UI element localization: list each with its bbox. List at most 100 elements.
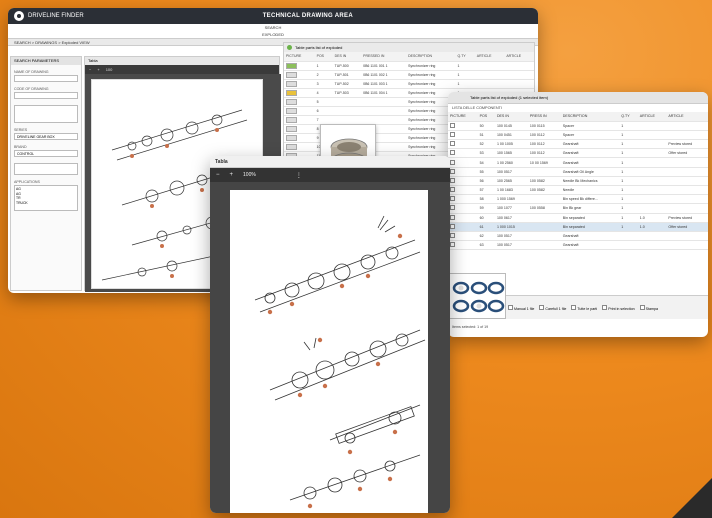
checkbox-icon[interactable]	[602, 304, 608, 310]
table-row[interactable]: 59 100 1077 100 0558 Bin Bk gear 1	[448, 203, 708, 214]
notes-area[interactable]	[14, 105, 78, 123]
part-thumbnail[interactable]	[286, 62, 297, 69]
column-header[interactable]: PICTURE	[448, 112, 478, 122]
menu-icon[interactable]: ⋮	[296, 172, 302, 179]
checkbox-icon[interactable]	[450, 159, 455, 165]
table-row[interactable]: 50 100 0145 100 0115 Spacer 1	[448, 121, 708, 131]
bearings-preview[interactable]	[448, 273, 506, 319]
column-header[interactable]: Q.TY	[455, 52, 475, 62]
row-checkbox-cell[interactable]	[448, 121, 478, 131]
row-checkbox-cell[interactable]	[448, 148, 478, 159]
column-header[interactable]: ARTICLE	[474, 52, 505, 62]
checkbox-icon[interactable]	[450, 168, 455, 174]
table-row[interactable]: 58 1 000 1569 Bin speed Bk differe... 1	[448, 194, 708, 205]
column-header[interactable]: DESCRIPTION	[560, 112, 620, 122]
row-checkbox-cell[interactable]	[448, 157, 478, 168]
table-row[interactable]: 2 TUP-501 0B6 1101 002 1 Synchronizer ring 1	[284, 70, 534, 80]
column-header[interactable]: DESCRIPTION	[406, 52, 456, 62]
table-row[interactable]: 55 100 0517 Gearshaft Oil Angle 1	[448, 167, 708, 177]
checkbox-icon[interactable]	[571, 304, 577, 310]
part-thumbnail[interactable]	[286, 107, 297, 114]
part-thumbnail[interactable]	[286, 125, 297, 132]
footer-option[interactable]: Carefull 1 file	[539, 304, 566, 311]
table-cell	[637, 139, 667, 150]
column-header[interactable]: ARTICLE	[666, 112, 708, 122]
checkbox-icon[interactable]	[450, 177, 455, 183]
applications-list[interactable]: AG AG TR TRUCK	[14, 185, 78, 211]
zoom-out-button[interactable]: −	[216, 172, 220, 178]
table-row[interactable]: 1 TUP-500 0B6 1101 001 1 Synchronizer ring 1	[284, 61, 534, 71]
part-thumbnail[interactable]	[286, 134, 297, 141]
row-checkbox-cell[interactable]	[448, 240, 478, 251]
footer-option[interactable]: Manual 1 file	[508, 304, 534, 311]
footer-option[interactable]: Stampa	[639, 304, 658, 311]
table-row[interactable]: 54 1 00 2560 10 00 1569 Gearshaft 1	[448, 157, 708, 168]
drawing-code-input[interactable]	[14, 92, 78, 99]
column-header[interactable]: Q.TY	[619, 112, 638, 122]
table-row[interactable]: 57 1 00 1683 100 0582 Needle 1	[448, 185, 708, 196]
checkbox-icon[interactable]	[450, 242, 455, 248]
row-checkbox-cell[interactable]	[448, 222, 478, 232]
column-header[interactable]: DES IN	[332, 52, 362, 62]
extra-filter-area[interactable]	[14, 163, 78, 175]
table-row[interactable]: 53 100 1565 100 0112 Gearshaft 1 Offer stored	[448, 148, 708, 159]
row-checkbox-cell[interactable]	[448, 185, 478, 196]
checkbox-icon[interactable]	[450, 214, 455, 220]
zoom-in-button[interactable]: +	[230, 172, 234, 178]
column-header[interactable]: PICTURE	[284, 52, 315, 62]
components-subheader: LISTA DELLE COMPONENTI	[452, 106, 502, 110]
series-select[interactable]: DRIVELINE GEAR BOX	[14, 133, 78, 140]
footer-option[interactable]: Tutte le parti	[571, 304, 597, 311]
part-thumbnail[interactable]	[286, 89, 297, 96]
part-thumbnail[interactable]	[286, 98, 297, 105]
checkbox-icon[interactable]	[450, 233, 455, 239]
checkbox-icon[interactable]	[450, 141, 455, 147]
brand-select[interactable]: CONTROL	[14, 150, 78, 157]
checkbox-icon[interactable]	[639, 304, 645, 310]
part-thumbnail[interactable]	[286, 80, 297, 87]
zoom-out-button[interactable]: −	[89, 67, 91, 72]
checkbox-icon[interactable]	[539, 304, 545, 310]
checkbox-icon[interactable]	[450, 122, 455, 128]
table-row[interactable]: 52 1 00 1005 100 0112 Gearshaft 1 Preview sto…	[448, 139, 708, 150]
drawing-tab[interactable]: Tabla	[88, 57, 98, 65]
checkbox-icon[interactable]	[450, 150, 455, 156]
row-checkbox-cell[interactable]	[448, 231, 478, 242]
table-row[interactable]: 56 100 2565 100 0582 Needle Bk Mechanics 1	[448, 176, 708, 187]
exploded-drawing-page[interactable]	[230, 190, 428, 513]
column-header[interactable]: DES IN	[494, 112, 528, 122]
checkbox-icon[interactable]	[508, 304, 513, 310]
table-row[interactable]: 3 TUP-502 0B6 1101 003 1 Synchronizer ring 1	[284, 79, 534, 89]
row-checkbox-cell[interactable]	[448, 213, 478, 223]
column-header[interactable]: ARTICLE	[637, 112, 667, 122]
table-row[interactable]: 62 100 0517 Gearshaft	[448, 231, 708, 242]
drawing-name-input[interactable]	[14, 75, 78, 82]
table-row[interactable]: 51 100 0451 100 0112 Spacer 1	[448, 130, 708, 141]
row-checkbox-cell[interactable]	[448, 130, 478, 141]
column-header[interactable]: POS	[477, 112, 495, 122]
checkbox-icon[interactable]	[450, 223, 455, 229]
table-row[interactable]: 61 1 000 1015 Bin separated 1 1.0 Offer store…	[448, 222, 708, 232]
column-header[interactable]: PRESSED IN	[361, 52, 407, 62]
row-checkbox-cell[interactable]	[448, 139, 478, 150]
checkbox-icon[interactable]	[450, 205, 455, 211]
column-header[interactable]: PRESS IN	[527, 112, 561, 122]
checkbox-icon[interactable]	[450, 196, 455, 202]
row-checkbox-cell[interactable]	[448, 194, 478, 205]
checkbox-icon[interactable]	[450, 131, 455, 137]
part-thumbnail[interactable]	[286, 143, 297, 150]
checkbox-icon[interactable]	[450, 187, 455, 193]
footer-option[interactable]: Print in selection	[602, 304, 635, 311]
row-checkbox-cell[interactable]	[448, 203, 478, 214]
row-checkbox-cell[interactable]	[448, 167, 478, 177]
row-checkbox-cell[interactable]	[448, 176, 478, 187]
table-row[interactable]: 63 100 0517 Gearshaft	[448, 240, 708, 251]
zoom-in-button[interactable]: +	[97, 67, 99, 72]
part-thumbnail[interactable]	[286, 116, 297, 123]
list-item[interactable]: TRUCK	[16, 201, 76, 206]
column-header[interactable]: ARTICLE	[504, 52, 534, 62]
exploded-view-drawing	[254, 215, 426, 509]
part-thumbnail[interactable]	[286, 71, 297, 78]
column-header[interactable]: POS	[314, 52, 333, 62]
table-row[interactable]: 60 100 0617 Bin separated 1 1.0 Preview store…	[448, 213, 708, 223]
